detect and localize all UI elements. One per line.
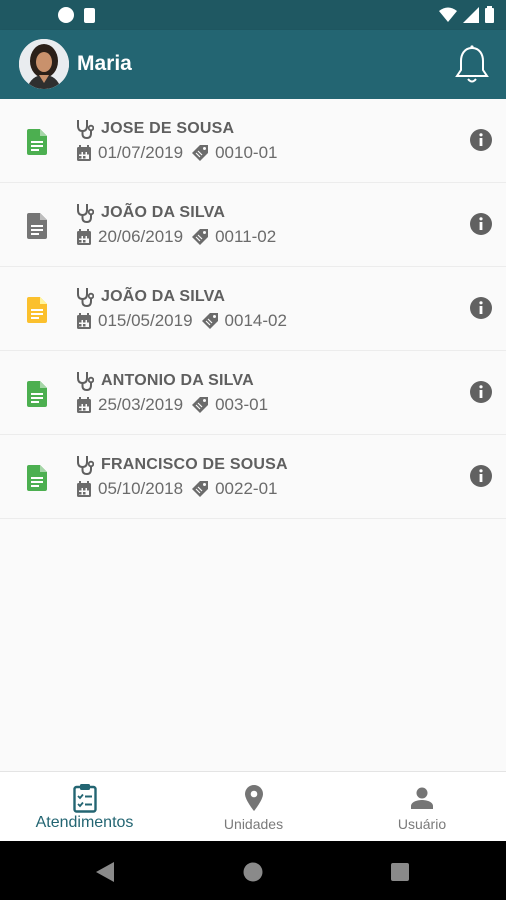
calendar-icon: [77, 481, 91, 497]
stethoscope-icon: [77, 372, 94, 391]
wifi-icon: [439, 7, 457, 22]
user-name: Maria: [77, 52, 132, 75]
bottom-navigation: Atendimentos Unidades Usuário: [0, 771, 506, 841]
nav-tab-usuario[interactable]: Usuário: [338, 772, 506, 842]
patient-name: FRANCISCO DE SOUSA: [101, 456, 288, 473]
ticket-icon: [192, 145, 209, 161]
clipboard-icon: [72, 784, 97, 813]
app-bar: Maria: [0, 30, 506, 99]
appointment-code: 003-01: [215, 395, 269, 414]
person-icon: [411, 787, 433, 809]
appointment-code: 0022-01: [215, 479, 278, 498]
document-green-icon: [27, 381, 47, 407]
ticket-icon: [201, 313, 218, 329]
appointment-code: 0014-02: [224, 311, 287, 330]
system-navigation-bar: [0, 841, 506, 900]
appointment-code: 0010-01: [215, 143, 278, 162]
document-gray-icon: [27, 213, 47, 239]
back-icon[interactable]: [96, 862, 114, 882]
signal-icon: [463, 6, 479, 23]
appointment-date: 25/03/2019: [98, 395, 184, 414]
app-notification-icon: [58, 7, 74, 23]
calendar-icon: [77, 397, 91, 413]
notification-bell-icon[interactable]: [452, 44, 492, 86]
appointment-date: 05/10/2018: [98, 479, 184, 498]
info-icon[interactable]: [470, 129, 492, 151]
info-icon[interactable]: [470, 381, 492, 403]
status-bar: [0, 0, 506, 30]
stethoscope-icon: [77, 288, 94, 307]
info-icon[interactable]: [470, 297, 492, 319]
ticket-icon: [192, 229, 209, 245]
sd-card-icon: [84, 7, 95, 23]
nav-tab-atendimentos[interactable]: Atendimentos: [0, 772, 169, 842]
appointment-date: 20/06/2019: [98, 227, 184, 246]
patient-name: ANTONIO DA SILVA: [101, 372, 254, 389]
nav-tab-unidades[interactable]: Unidades: [169, 772, 338, 842]
calendar-icon: [77, 313, 91, 329]
ticket-icon: [192, 481, 209, 497]
nav-label: Unidades: [223, 816, 284, 832]
patient-name: JOÃO DA SILVA: [101, 288, 226, 305]
appointment-date: 015/05/2019: [98, 311, 193, 330]
appointment-date: 01/07/2019: [98, 143, 184, 162]
info-icon[interactable]: [470, 465, 492, 487]
battery-icon: [485, 6, 494, 23]
home-icon[interactable]: [243, 862, 263, 882]
list-item[interactable]: JOÃO DA SILVA 20/06/2019 0011-02: [0, 183, 506, 267]
calendar-icon: [77, 145, 91, 161]
document-green-icon: [27, 129, 47, 155]
calendar-icon: [77, 229, 91, 245]
patient-name: JOÃO DA SILVA: [101, 204, 226, 221]
avatar[interactable]: [19, 39, 69, 89]
list-item[interactable]: FRANCISCO DE SOUSA 05/10/2018 0022-01: [0, 435, 506, 519]
ticket-icon: [192, 397, 209, 413]
appointments-list: JOSE DE SOUSA 01/07/2019 0010-01 JOÃO DA…: [0, 99, 506, 519]
info-icon[interactable]: [470, 213, 492, 235]
document-yellow-icon: [27, 297, 47, 323]
list-item[interactable]: JOSE DE SOUSA 01/07/2019 0010-01: [0, 99, 506, 183]
nav-label: Usuário: [397, 816, 447, 832]
list-item[interactable]: ANTONIO DA SILVA 25/03/2019 003-01: [0, 351, 506, 435]
stethoscope-icon: [77, 204, 94, 223]
map-pin-icon: [244, 785, 263, 811]
stethoscope-icon: [77, 120, 94, 139]
document-green-icon: [27, 465, 47, 491]
list-item[interactable]: JOÃO DA SILVA 015/05/2019 0014-02: [0, 267, 506, 351]
nav-label: Atendimentos: [35, 814, 134, 831]
appointment-code: 0011-02: [215, 227, 277, 246]
patient-name: JOSE DE SOUSA: [101, 120, 235, 137]
stethoscope-icon: [77, 456, 94, 475]
recents-icon[interactable]: [391, 863, 409, 881]
